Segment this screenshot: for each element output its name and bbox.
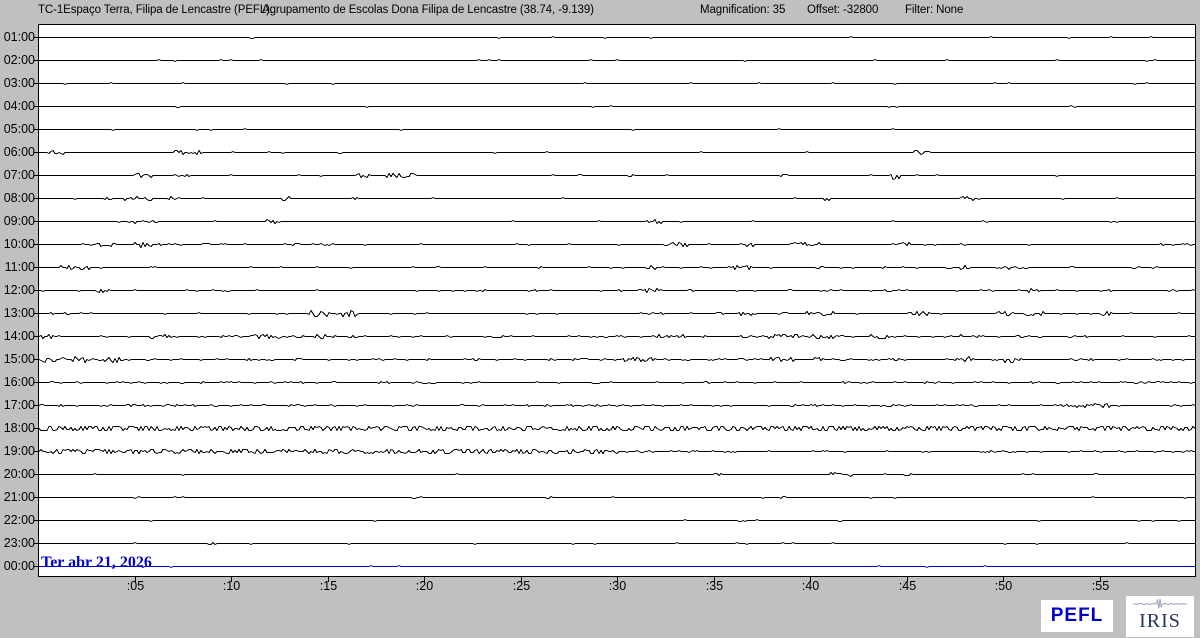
- pefl-logo: PEFL: [1041, 600, 1113, 632]
- iris-logo: IRIS: [1126, 596, 1194, 637]
- helicorder-plot[interactable]: [0, 0, 1200, 638]
- date-label: Ter abr 21, 2026: [41, 554, 152, 571]
- pefl-logo-text: PEFL: [1050, 605, 1104, 626]
- iris-seismogram-icon: [1133, 598, 1188, 609]
- helicorder-window: TC-1Espaço Terra, Filipa de Lencastre (P…: [0, 0, 1200, 638]
- iris-logo-text: IRIS: [1139, 610, 1181, 632]
